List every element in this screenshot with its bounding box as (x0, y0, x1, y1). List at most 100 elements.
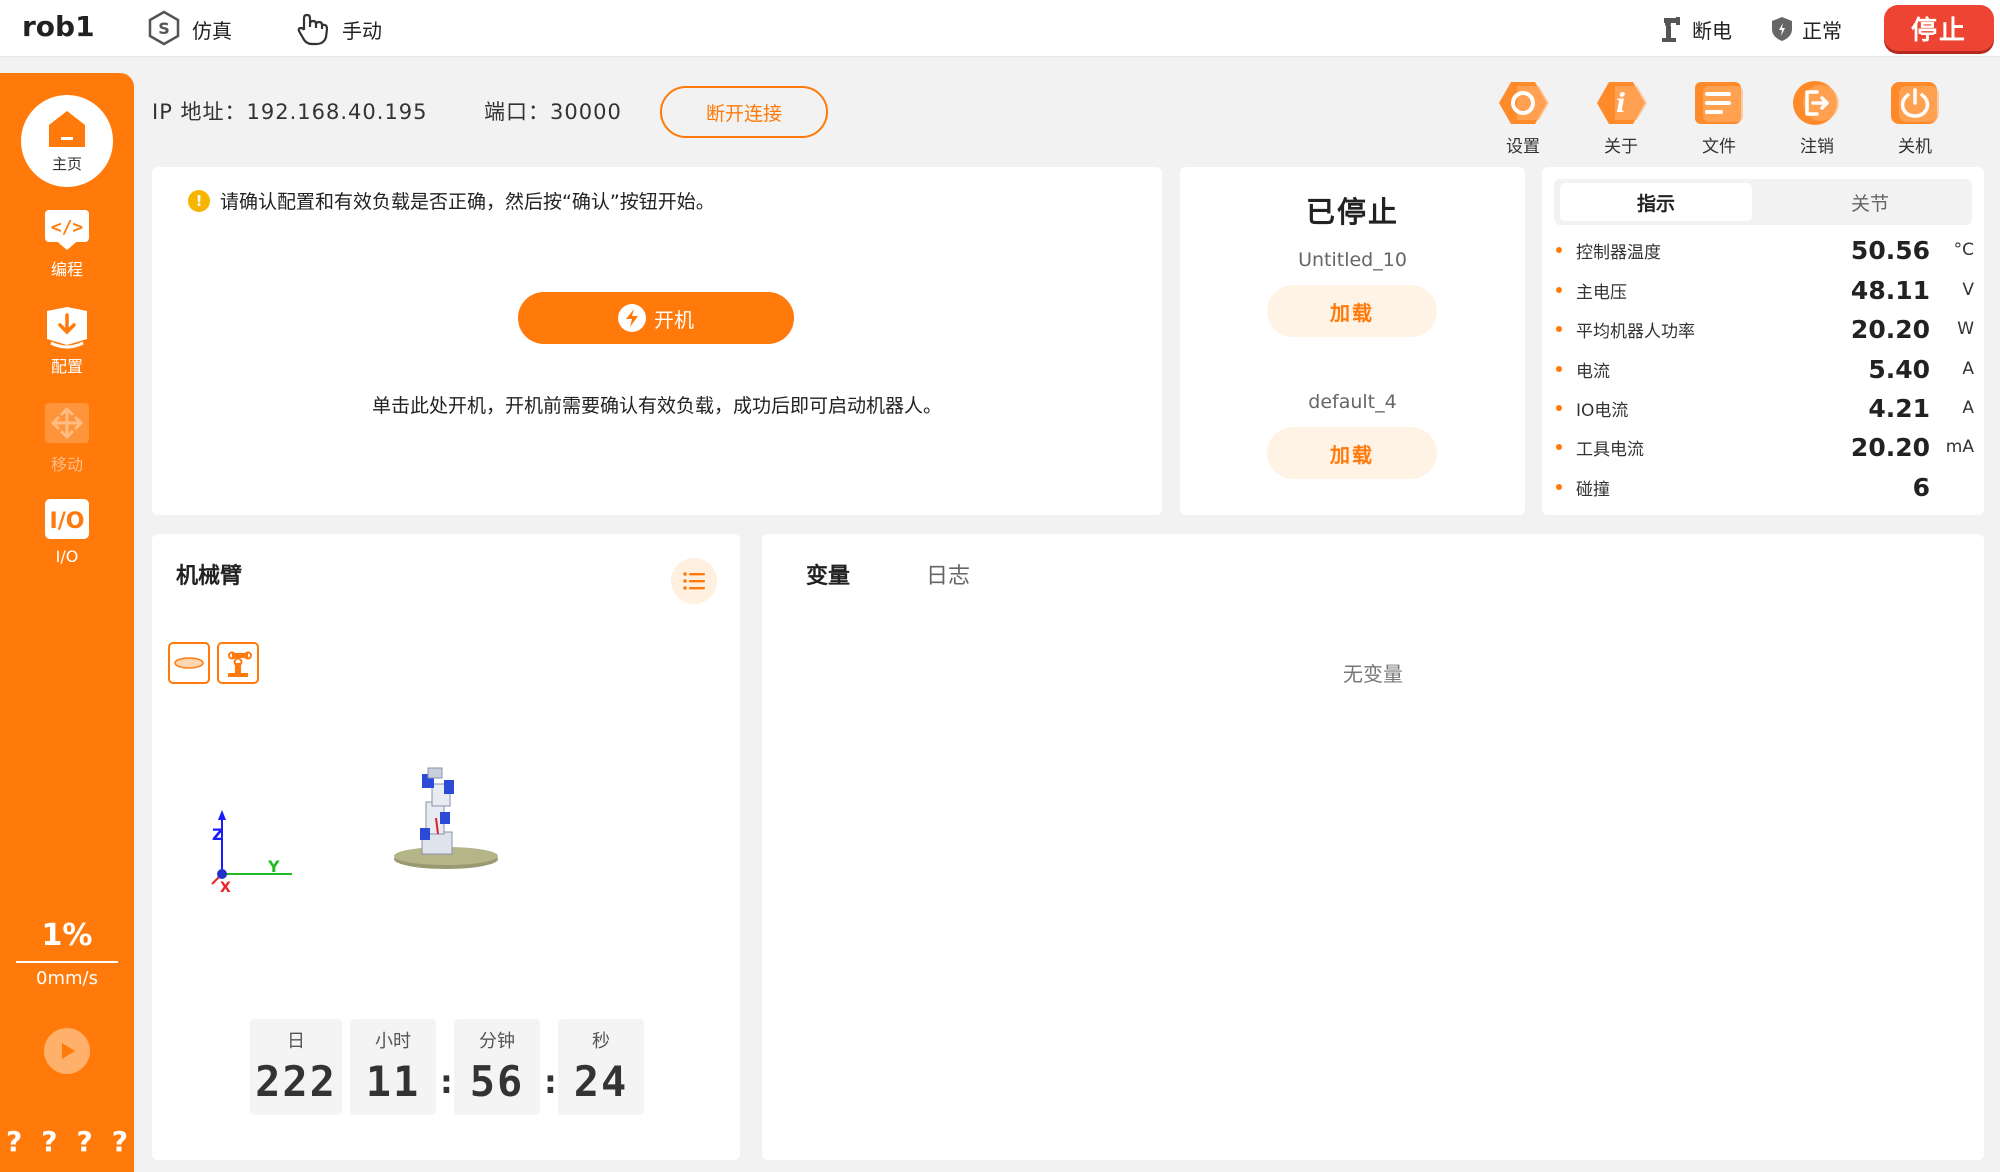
load-program-button[interactable]: 加载 (1267, 285, 1437, 337)
move-arrows-icon (45, 403, 89, 443)
file-button[interactable]: 文件 (1684, 78, 1754, 157)
sidebar-item-io[interactable]: I/O I/O (0, 499, 134, 566)
question-mark-2[interactable]: ? (41, 1125, 57, 1158)
indicator-unit: A (1962, 398, 1974, 418)
robot-3d-view[interactable]: Z X Y (182, 744, 682, 994)
bullet-dot (1556, 405, 1562, 411)
disconnect-button[interactable]: 断开连接 (660, 86, 828, 138)
z-axis-label: Z (212, 825, 224, 844)
speed-divider (16, 961, 118, 963)
sidebar-item-home[interactable]: 主页 (0, 95, 134, 187)
timer-days: 日 222 (250, 1019, 342, 1115)
simulation-mode-button[interactable]: S 仿真 (146, 10, 232, 48)
robot-arm-panel: 机械臂 Z X Y 日 222 小时 11: 分钟 56: 秒 24 (152, 534, 740, 1160)
robot-view-button[interactable] (217, 642, 259, 684)
axis-origin (217, 869, 227, 879)
indicator-unit: mA (1945, 437, 1974, 457)
simulation-icon: S (148, 10, 180, 46)
variables-panel: 变量 日志 无变量 (762, 534, 1984, 1160)
robot-joint-1 (420, 828, 430, 840)
bullet-dot (1556, 247, 1562, 253)
info-icon: i (1597, 82, 1647, 124)
hand-icon (297, 13, 329, 46)
indicator-name: 电流 (1576, 361, 1610, 382)
base-view-button[interactable] (168, 642, 210, 684)
safety-status: 正常 (1770, 12, 1842, 46)
robot-arm-title: 机械臂 (176, 564, 243, 589)
indicator-value: 48.11 (1850, 275, 1930, 305)
question-mark-1[interactable]: ? (6, 1125, 22, 1158)
about-button[interactable]: i 关于 (1586, 78, 1656, 157)
sidebar-item-program[interactable]: </> 编程 (0, 208, 134, 280)
svg-text:i: i (1616, 89, 1626, 119)
minutes-value: 56 (469, 1057, 525, 1106)
speed-percentage[interactable]: 1% (0, 918, 134, 953)
sidebar-item-config[interactable]: 配置 (0, 305, 134, 377)
timer-seconds: 秒 24 (558, 1019, 644, 1115)
bullet-dot (1556, 444, 1562, 450)
tab-joints[interactable]: 关节 (1774, 183, 1966, 221)
timer-minutes: 分钟 56 (454, 1019, 540, 1115)
indicator-value: 5.40 (1868, 354, 1930, 384)
io-label: I/O (55, 547, 79, 566)
program-status-panel: 已停止 Untitled_10 加载 default_4 加载 (1180, 167, 1525, 515)
settings-label: 设置 (1506, 137, 1540, 157)
bullet-dot (1556, 287, 1562, 293)
program-name: Untitled_10 (1298, 249, 1407, 271)
logout-icon (1793, 81, 1839, 125)
robot-joint-2 (440, 812, 450, 824)
speed-mm-per-second: 0mm/s (36, 968, 98, 989)
y-axis-label: Y (267, 857, 280, 876)
minutes-label: 分钟 (479, 1031, 515, 1052)
indicator-row-power: 平均机器人功率 20.20 W (1554, 310, 1974, 348)
shutdown-button[interactable]: 关机 (1880, 78, 1950, 157)
play-icon (62, 1043, 75, 1059)
file-icon (1695, 82, 1743, 124)
robot-joint-4 (444, 780, 454, 794)
question-marks: ? ? ? ? (6, 1125, 134, 1158)
load-config-button[interactable]: 加载 (1267, 427, 1437, 479)
tab-variables[interactable]: 变量 (796, 558, 861, 592)
days-label: 日 (287, 1031, 305, 1052)
sidebar-item-move[interactable]: 移动 (0, 403, 134, 475)
power-status: 断电 (1658, 12, 1732, 46)
sidebar: 主页 </> 编程 配置 移动 I/O I/O 1% 0mm/s ? ? ? ? (0, 73, 134, 1172)
io-icon: I/O (45, 499, 89, 539)
indicator-value: 20.20 (1850, 314, 1930, 344)
tab-indicators[interactable]: 指示 (1560, 183, 1752, 221)
indicator-value: 50.56 (1850, 235, 1930, 265)
stop-button[interactable]: 停止 (1884, 5, 1994, 51)
power-on-button[interactable]: 开机 (518, 292, 794, 344)
shutdown-label: 关机 (1898, 137, 1932, 157)
robot-wrist (427, 767, 443, 779)
question-mark-3[interactable]: ? (77, 1125, 93, 1158)
file-label: 文件 (1702, 137, 1736, 157)
manual-mode-button[interactable]: 手动 (294, 10, 382, 48)
robot-name: rob1 (22, 10, 95, 43)
logout-button[interactable]: 注销 (1782, 78, 1852, 157)
indicator-row-tool-current: 工具电流 20.20 mA (1554, 428, 1974, 466)
confirm-notice: ! 请确认配置和有效负载是否正确，然后按“确认”按钮开始。 (188, 187, 715, 214)
x-axis-label: X (220, 880, 231, 896)
arm-menu-button[interactable] (671, 558, 717, 604)
bullet-dot (1556, 326, 1562, 332)
indicator-row-current: 电流 5.40 A (1554, 350, 1974, 388)
bullet-dot (1556, 484, 1562, 490)
days-value: 222 (255, 1057, 337, 1106)
question-mark-4[interactable]: ? (112, 1125, 128, 1158)
safety-status-label: 正常 (1802, 18, 1842, 43)
info-icon: ! (188, 189, 210, 212)
indicator-unit: V (1962, 280, 1974, 300)
indicator-panel: 指示 关节 控制器温度 50.56 °C 主电压 48.11 V 平均机器人功率… (1542, 167, 1984, 515)
indicator-value: 6 (1912, 472, 1930, 502)
power-icon (1891, 82, 1939, 124)
hours-value: 11 (365, 1057, 421, 1106)
indicator-name: 工具电流 (1576, 439, 1644, 460)
indicator-unit: A (1962, 359, 1974, 379)
play-button[interactable] (44, 1028, 90, 1074)
logout-label: 注销 (1800, 137, 1834, 157)
settings-button[interactable]: 设置 (1488, 78, 1558, 157)
list-icon (683, 572, 705, 590)
power-on-panel: ! 请确认配置和有效负载是否正确，然后按“确认”按钮开始。 开机 单击此处开机，… (152, 167, 1162, 515)
tab-log[interactable]: 日志 (926, 558, 970, 590)
